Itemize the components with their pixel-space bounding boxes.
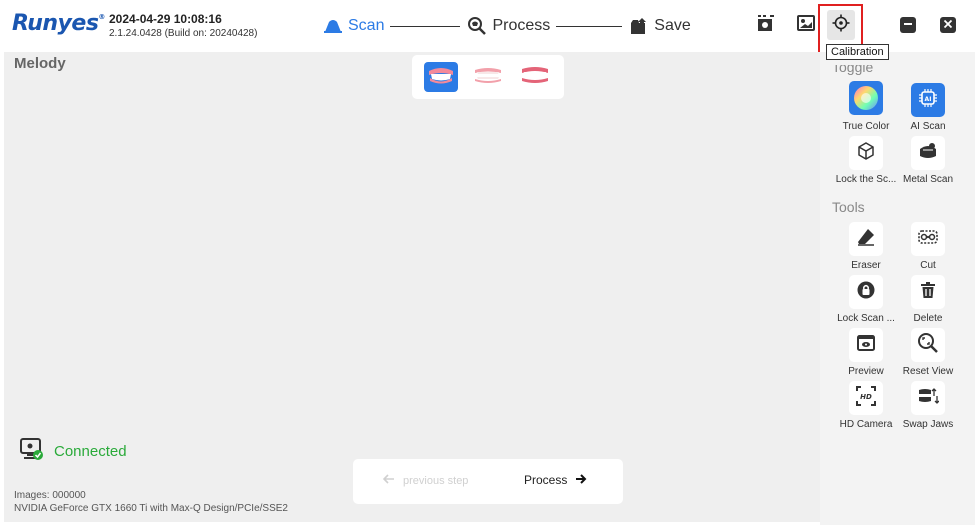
step-connector xyxy=(390,25,461,27)
step-save[interactable]: Save xyxy=(628,15,691,37)
next-step-button[interactable]: Process xyxy=(524,473,587,487)
save-icon xyxy=(628,15,650,37)
minimize-button[interactable] xyxy=(900,17,916,33)
jaw-lower-button[interactable] xyxy=(471,62,505,92)
preview-button[interactable]: Preview xyxy=(836,328,896,377)
metal-scan-button[interactable]: Metal Scan xyxy=(898,136,958,185)
ai-scan-icon: AI xyxy=(918,88,938,113)
svg-text:HD: HD xyxy=(860,393,872,401)
images-count: Images: 000000 xyxy=(14,490,86,501)
brand-logo: Runyes® xyxy=(12,11,105,36)
swap-jaws-icon xyxy=(917,386,940,411)
jaw-both-button[interactable] xyxy=(518,62,552,92)
upper-jaw-icon xyxy=(427,65,455,90)
close-button[interactable] xyxy=(940,17,956,33)
calibration-button[interactable] xyxy=(827,10,855,40)
jaw-upper-button[interactable] xyxy=(424,62,459,92)
lower-jaw-icon xyxy=(473,65,503,90)
crosshair-icon xyxy=(832,14,850,37)
preview-icon xyxy=(856,333,876,358)
connection-label: Connected xyxy=(54,443,127,460)
jaw-selector xyxy=(412,55,564,99)
arrow-left-icon xyxy=(382,474,395,487)
cut-button[interactable]: Cut xyxy=(898,222,958,271)
cut-icon xyxy=(917,227,939,252)
lock-scan-icon xyxy=(856,141,876,166)
swap-jaws-button[interactable]: Swap Jaws xyxy=(898,381,958,430)
minimize-icon xyxy=(903,16,913,34)
both-jaws-icon xyxy=(520,65,550,90)
true-color-button[interactable]: True Color xyxy=(836,80,896,132)
eraser-button[interactable]: Eraser xyxy=(836,222,896,271)
svg-text:AI: AI xyxy=(925,96,932,103)
device-connected-icon xyxy=(20,437,44,466)
lock-the-scan-button[interactable]: Lock the Sc... xyxy=(836,136,896,185)
version-label: 2.1.24.0428 (Build on: 20240428) xyxy=(109,28,258,39)
tools-section-title: Tools xyxy=(832,199,865,215)
datetime-label: 2024-04-29 10:08:16 xyxy=(109,12,222,26)
screenshot-icon xyxy=(756,13,776,38)
step-connector xyxy=(556,25,623,27)
reset-view-button[interactable]: Reset View xyxy=(898,328,958,377)
eraser-icon xyxy=(856,227,876,252)
lock-icon xyxy=(856,280,876,305)
close-icon xyxy=(943,16,953,34)
screenshot-button[interactable] xyxy=(755,14,777,36)
model-name: Melody xyxy=(14,55,66,72)
arrow-right-icon xyxy=(575,473,587,487)
lock-scan-data-button[interactable]: Lock Scan ... xyxy=(836,275,896,324)
delete-button[interactable]: Delete xyxy=(898,275,958,324)
step-navigation: previous step Process xyxy=(353,459,623,504)
image-icon xyxy=(796,13,816,38)
workflow-steps: Scan Process Save xyxy=(322,14,691,38)
trash-icon xyxy=(918,280,938,305)
ai-scan-button[interactable]: AI AI Scan xyxy=(898,83,958,132)
connection-status: Connected xyxy=(20,437,127,466)
gallery-button[interactable] xyxy=(795,14,817,36)
metal-scan-icon xyxy=(917,141,939,166)
scan-icon xyxy=(322,15,344,37)
hd-camera-button[interactable]: HD HD Camera xyxy=(836,381,896,430)
reset-view-icon xyxy=(917,332,939,359)
step-process[interactable]: Process xyxy=(466,15,550,37)
hd-camera-icon: HD xyxy=(855,385,877,412)
calibration-tooltip: Calibration xyxy=(826,44,889,60)
previous-step-button[interactable]: previous step xyxy=(382,474,468,487)
true-color-icon xyxy=(849,80,883,120)
step-scan[interactable]: Scan xyxy=(322,15,384,37)
gpu-info: NVIDIA GeForce GTX 1660 Ti with Max-Q De… xyxy=(14,503,288,514)
process-icon xyxy=(466,15,488,37)
